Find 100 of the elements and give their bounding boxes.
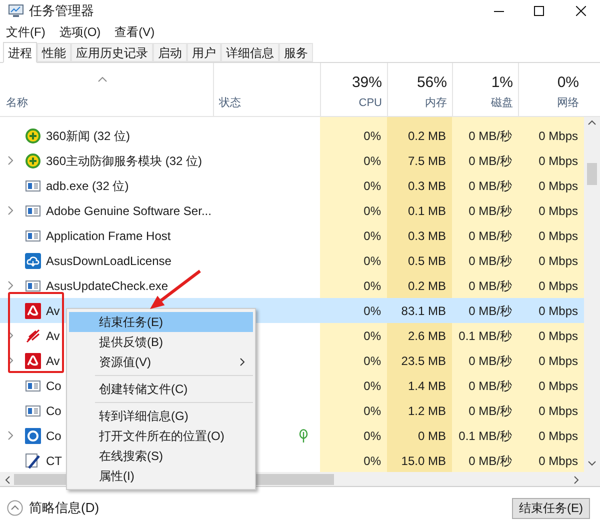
expand-chevron-icon[interactable] — [8, 431, 13, 440]
menu-item[interactable]: 转到详细信息(G) — [69, 406, 253, 426]
feather-icon — [25, 328, 41, 344]
table-cell: 0 MB/秒 — [452, 173, 518, 198]
column-header[interactable]: 状态 — [219, 94, 241, 111]
end-task-button[interactable]: 结束任务(E) — [512, 498, 590, 518]
table-cell: 0.3 MB — [387, 223, 452, 248]
tab[interactable]: 启动 — [153, 43, 187, 62]
maximize-icon[interactable] — [534, 6, 544, 16]
menu-item[interactable]: 文件(F) — [6, 23, 46, 41]
table-cell: 0 MB/秒 — [452, 123, 518, 148]
table-cell: 0% — [320, 148, 387, 173]
table-cell: 0 Mbps — [518, 123, 584, 148]
table-cell: 0 MB/秒 — [452, 248, 518, 273]
table-cell: 0% — [320, 423, 387, 448]
process-name: 360新闻 (32 位) — [46, 128, 130, 144]
vertical-scrollbar[interactable] — [584, 117, 600, 472]
table-cell: 1.4 MB — [387, 373, 452, 398]
table-cell: 0% — [320, 398, 387, 423]
column-percent: 0% — [557, 74, 579, 92]
table-cell: 0% — [320, 198, 387, 223]
scroll-right-icon[interactable] — [574, 476, 579, 484]
menu-item[interactable]: 结束任务(E) — [69, 312, 253, 332]
table-cell-text: 0 MB/秒 — [468, 302, 513, 320]
column-header[interactable]: 磁盘 — [491, 94, 513, 111]
scroll-down-icon[interactable] — [588, 461, 596, 466]
process-name: Co — [46, 428, 62, 444]
table-cell: 0 MB — [387, 423, 452, 448]
close-icon[interactable] — [576, 6, 586, 16]
menu-item[interactable]: 在线搜索(S) — [69, 446, 253, 466]
process-name: CT — [46, 452, 62, 470]
window-icon — [25, 402, 41, 418]
table-cell-text: 0 Mbps — [538, 302, 579, 320]
table-cell: 0.5 MB — [387, 248, 452, 273]
tab[interactable]: 详细信息 — [221, 43, 279, 62]
table-cell: 0 Mbps — [518, 398, 584, 423]
table-cell: 0 Mbps — [518, 373, 584, 398]
table-cell: 0 MB/秒 — [452, 273, 518, 298]
table-cell: 15.0 MB — [387, 448, 452, 472]
menu-item[interactable]: 选项(O) — [59, 23, 101, 41]
plus-circle-icon — [25, 128, 41, 144]
table-cell: 0 MB/秒 — [452, 198, 518, 223]
details-toggle-link[interactable]: 简略信息(D) — [29, 498, 100, 518]
menu-item[interactable]: 提供反馈(B) — [69, 332, 253, 352]
menu-item[interactable]: 查看(V) — [114, 23, 155, 41]
table-cell: 0 Mbps — [518, 348, 584, 373]
expand-chevron-icon[interactable] — [8, 156, 13, 165]
tab[interactable]: 用户 — [187, 43, 221, 62]
expand-chevron-icon[interactable] — [8, 281, 13, 290]
tab[interactable]: 应用历史记录 — [71, 43, 153, 62]
scroll-up-icon[interactable] — [588, 120, 596, 125]
column-percent: 56% — [416, 74, 447, 92]
tab[interactable]: 进程 — [3, 42, 37, 63]
tab[interactable]: 性能 — [37, 43, 71, 62]
process-name: Av — [46, 352, 60, 370]
process-name: Av — [46, 328, 60, 344]
table-cell: 0 MB/秒 — [452, 348, 518, 373]
table-cell: 0 Mbps — [518, 248, 584, 273]
table-cell: 0 Mbps — [518, 273, 584, 298]
table-cell: 0.1 MB/秒 — [452, 323, 518, 348]
plus-circle-icon — [25, 152, 41, 168]
table-cell: 0 Mbps — [518, 323, 584, 348]
process-name: adb.exe (32 位) — [46, 178, 129, 194]
pen-icon — [25, 452, 41, 468]
table-cell-text: 83.1 MB — [400, 302, 447, 320]
table-cell: 0.2 MB — [387, 273, 452, 298]
table-cell: 7.5 MB — [387, 148, 452, 173]
process-name: AsusDownLoadLicense — [46, 252, 172, 270]
expand-chevron-icon[interactable] — [8, 206, 13, 215]
scroll-thumb[interactable] — [587, 163, 597, 185]
column-header[interactable]: 名称 — [6, 94, 28, 111]
table-cell: 0.3 MB — [387, 173, 452, 198]
expand-chevron-icon[interactable] — [8, 331, 13, 340]
window-icon — [25, 278, 41, 294]
table-cell: 1.2 MB — [387, 398, 452, 423]
menu-item[interactable]: 属性(I) — [69, 466, 253, 486]
umbrella-icon — [25, 352, 41, 368]
expand-chevron-icon[interactable] — [8, 356, 13, 365]
tab[interactable]: 服务 — [279, 43, 313, 62]
table-cell: 0% — [320, 448, 387, 472]
umbrella-icon — [25, 302, 41, 318]
process-name: Application Frame Host — [46, 228, 171, 244]
window-icon — [25, 228, 41, 244]
table-cell: 0% — [320, 223, 387, 248]
sort-caret-icon[interactable] — [98, 77, 107, 82]
table-cell: 0% — [320, 373, 387, 398]
process-name: AsusUpdateCheck.exe — [46, 278, 168, 294]
menu-item[interactable]: 资源值(V) — [69, 352, 253, 372]
menu-item[interactable]: 创建转储文件(C) — [69, 379, 253, 399]
table-cell-text: 0% — [362, 302, 382, 320]
process-name: 360主动防御服务模块 (32 位) — [46, 152, 202, 170]
collapse-chevron-icon[interactable] — [7, 500, 23, 516]
column-header[interactable]: CPU — [358, 94, 382, 111]
column-header[interactable]: 内存 — [425, 94, 447, 111]
column-header[interactable]: 网络 — [557, 94, 579, 111]
monitor-icon — [8, 4, 24, 18]
table-cell: 0% — [320, 123, 387, 148]
scroll-left-icon[interactable] — [5, 476, 10, 484]
table-cell: 2.6 MB — [387, 323, 452, 348]
menu-item[interactable]: 打开文件所在的位置(O) — [69, 426, 253, 446]
